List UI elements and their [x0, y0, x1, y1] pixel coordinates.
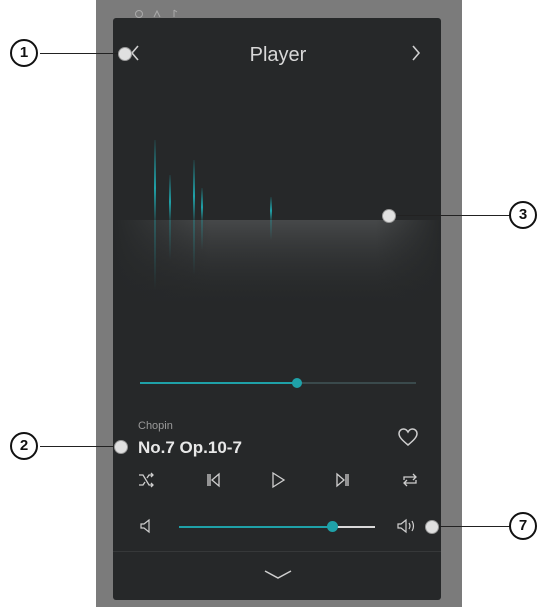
callout-marker — [425, 520, 439, 534]
volume-slider[interactable] — [179, 521, 375, 532]
callout-number: 2 — [10, 432, 38, 460]
shuffle-icon — [139, 472, 154, 488]
volume-down-button[interactable] — [139, 516, 155, 536]
callout-number: 1 — [10, 39, 38, 67]
page-title: Player — [249, 44, 307, 66]
chevron-down-icon — [264, 570, 292, 579]
status-bar-icons — [134, 4, 180, 18]
status-icon — [152, 6, 162, 18]
chevron-right-icon — [412, 45, 421, 61]
skip-next-icon — [336, 472, 349, 488]
shuffle-button[interactable] — [134, 468, 158, 492]
callout-line — [40, 446, 118, 447]
volume-low-icon — [140, 518, 150, 534]
callout-marker — [118, 47, 132, 61]
callout-line — [388, 215, 511, 216]
skip-previous-icon — [207, 472, 220, 488]
play-button[interactable] — [266, 468, 290, 492]
callout-number: 3 — [509, 201, 537, 229]
previous-track-button[interactable] — [201, 468, 225, 492]
track-composer: Chopin — [138, 420, 173, 432]
callout-line — [430, 526, 511, 527]
volume-handle[interactable] — [326, 521, 338, 532]
volume-high-icon — [397, 518, 415, 534]
callout-line — [40, 53, 122, 54]
next-track-button[interactable] — [331, 468, 355, 492]
repeat-icon — [403, 473, 417, 487]
play-icon — [272, 471, 286, 489]
heart-icon — [398, 428, 418, 446]
status-icon — [170, 6, 180, 17]
next-page-button[interactable] — [405, 38, 427, 68]
divider — [113, 551, 441, 552]
track-title: No.7 Op.10-7 — [138, 438, 242, 457]
playback-progress-fill — [140, 382, 298, 384]
volume-fill — [179, 526, 332, 528]
callout-marker — [114, 440, 128, 454]
volume-up-button[interactable] — [396, 516, 420, 536]
callout-number: 7 — [509, 512, 537, 540]
repeat-button[interactable] — [398, 468, 422, 492]
favorite-button[interactable] — [396, 426, 420, 448]
status-icon — [134, 6, 144, 18]
playback-progress-slider[interactable] — [140, 378, 416, 388]
callout-marker — [382, 209, 396, 223]
collapse-button[interactable] — [262, 566, 294, 584]
